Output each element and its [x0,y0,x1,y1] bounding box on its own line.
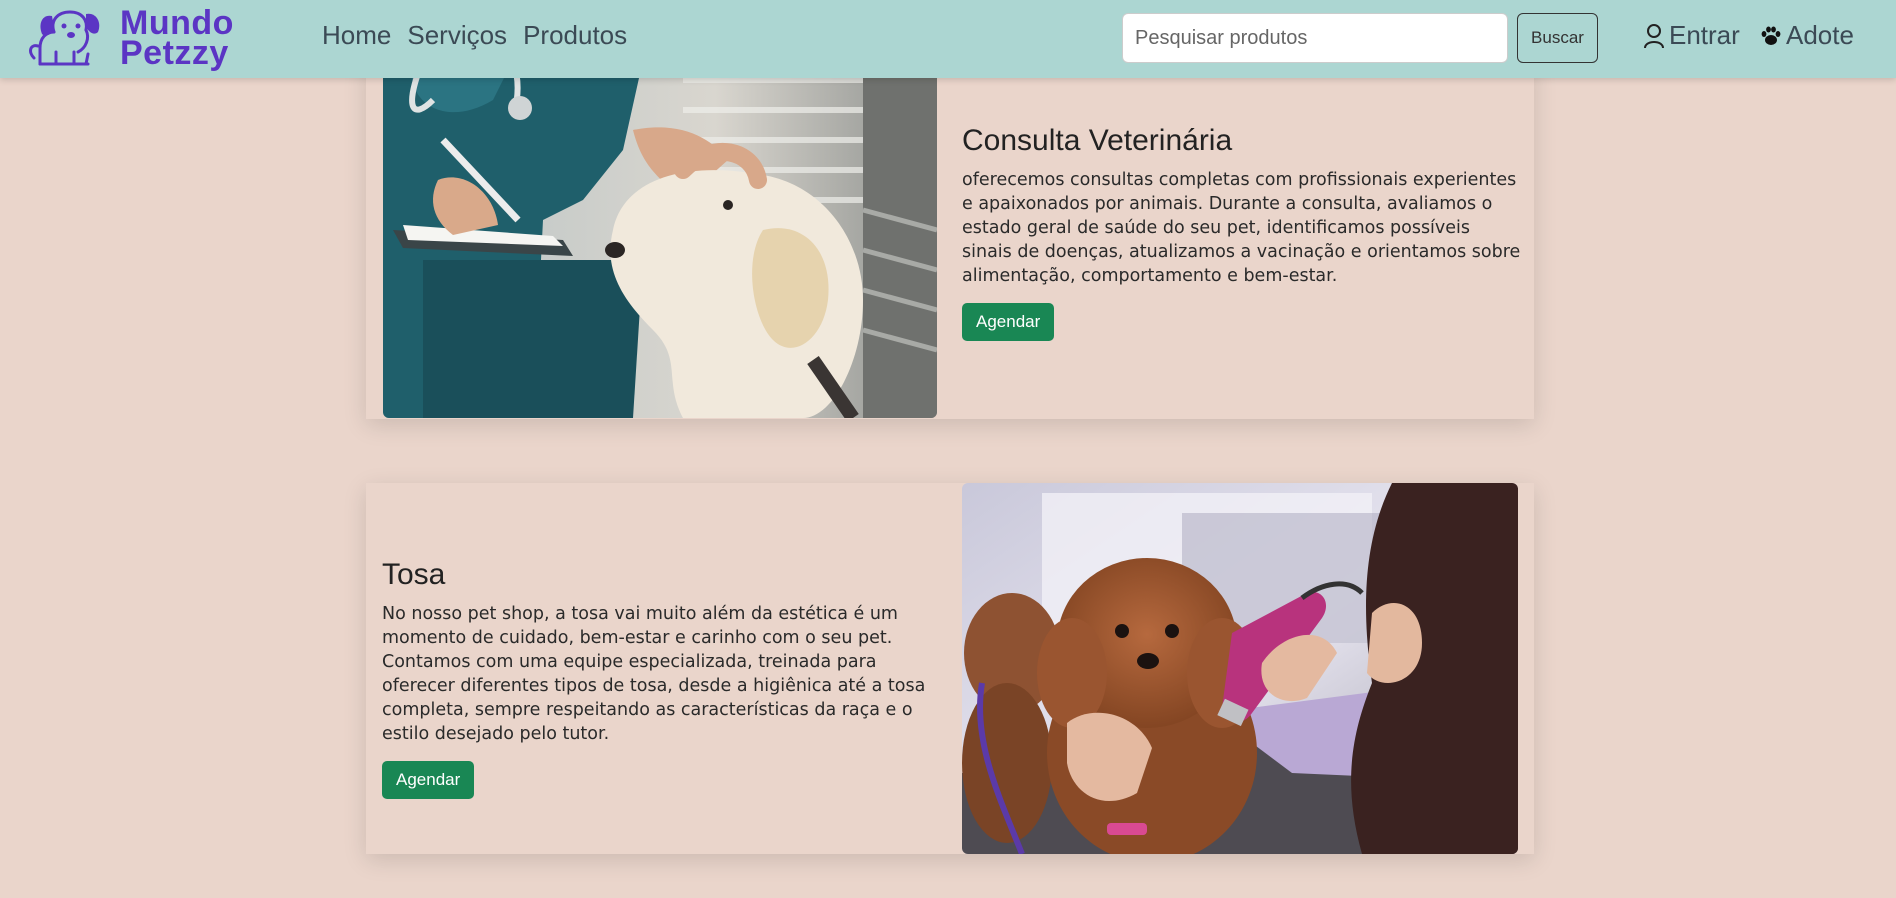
adopt-label: Adote [1786,20,1854,50]
login-link[interactable]: Entrar [1643,20,1740,51]
grooming-image [962,483,1518,854]
brand-logo[interactable]: Mundo Petzzy [26,6,234,72]
nav-home-link[interactable]: Home [322,20,391,51]
vet-card-body: Consulta Veterinária oferecemos consulta… [962,124,1522,341]
grooming-card-body: Tosa No nosso pet shop, a tosa vai muito… [382,558,947,799]
service-card-grooming: Tosa No nosso pet shop, a tosa vai muito… [366,483,1534,854]
brand-line2: Petzzy [120,34,229,72]
user-icon [1644,23,1664,48]
vet-schedule-button[interactable]: Agendar [962,303,1055,341]
vet-card-description: oferecemos consultas completas com profi… [962,170,1521,286]
grooming-schedule-button[interactable]: Agendar [382,761,475,799]
grooming-card-title: Tosa [382,558,446,591]
nav-products-link[interactable]: Produtos [523,20,627,51]
search-input[interactable] [1122,13,1508,63]
veterinarian-dog-photo [383,60,937,418]
brand-name: Mundo Petzzy [120,6,234,72]
vet-card-title: Consulta Veterinária [962,124,1233,157]
dog-logo-icon [29,10,100,66]
login-label: Entrar [1669,20,1740,50]
nav-services-link[interactable]: Serviços [407,20,507,51]
poodle-grooming-photo [962,483,1518,854]
adopt-link[interactable]: Adote [1760,20,1854,51]
search-button[interactable]: Buscar [1517,13,1598,63]
service-card-vet: Consulta Veterinária oferecemos consulta… [366,60,1534,419]
vet-consultation-image [383,60,937,418]
navbar: Mundo Petzzy Home Serviços Produtos Busc… [0,0,1896,78]
main-nav: Home Serviços Produtos [322,20,643,51]
paw-icon [1761,26,1781,45]
grooming-card-description: No nosso pet shop, a tosa vai muito além… [382,604,926,744]
